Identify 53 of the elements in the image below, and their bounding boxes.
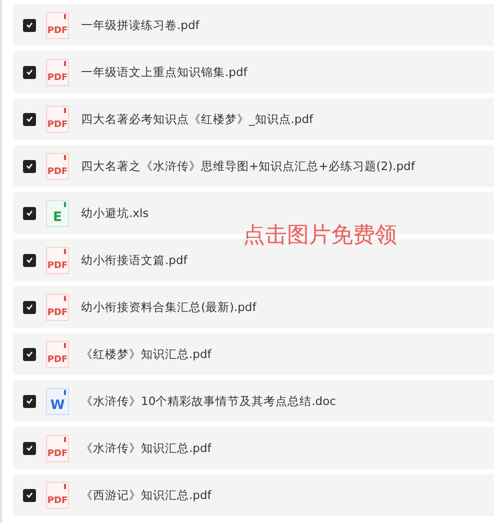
checkmark-icon: [26, 210, 33, 216]
checkbox[interactable]: [23, 112, 36, 126]
checkbox[interactable]: [23, 254, 36, 266]
checkbox[interactable]: [23, 18, 36, 32]
spreadsheet-file-icon: E: [46, 200, 69, 226]
file-row[interactable]: PDF 四大名著必考知识点《红楼梦》_知识点.pdf: [13, 98, 494, 140]
file-name: 幼小衔接资料合集汇总(最新).pdf: [81, 300, 256, 314]
pdf-file-icon: PDF: [46, 246, 69, 274]
file-name: 幼小避坑.xls: [81, 206, 149, 220]
checkmark-icon: [26, 257, 33, 263]
file-name: 《水浒传》10个精彩故事情节及其考点总结.doc: [81, 394, 336, 408]
checkmark-icon: [26, 304, 33, 310]
checkmark-icon: [26, 69, 33, 75]
checkmark-icon: [26, 492, 33, 498]
checkmark-icon: [26, 163, 33, 169]
file-name: 《水浒传》知识汇总.pdf: [81, 440, 212, 456]
file-row[interactable]: PDF 幼小衔接资料合集汇总(最新).pdf: [13, 286, 494, 328]
file-row[interactable]: PDF 《红楼梦》知识汇总.pdf: [13, 333, 494, 375]
pdf-file-icon: PDF: [46, 152, 69, 180]
pdf-file-icon: PDF: [46, 58, 69, 86]
checkmark-icon: [26, 445, 33, 451]
file-row[interactable]: PDF 四大名著之《水浒传》思维导图+知识点汇总+必练习题(2).pdf: [13, 145, 494, 187]
file-name: 一年级语文上重点知识锦集.pdf: [81, 64, 248, 80]
pdf-file-icon: PDF: [46, 340, 69, 368]
pdf-file-icon: PDF: [46, 294, 69, 320]
file-row[interactable]: W 《水浒传》10个精彩故事情节及其考点总结.doc: [13, 380, 494, 422]
checkbox[interactable]: [23, 394, 36, 408]
checkbox[interactable]: [23, 206, 36, 220]
checkbox[interactable]: [23, 442, 36, 454]
pdf-file-icon: PDF: [46, 106, 69, 132]
pdf-file-icon: PDF: [46, 482, 69, 508]
pdf-file-icon: PDF: [46, 12, 69, 38]
checkbox[interactable]: [23, 160, 36, 172]
checkbox[interactable]: [23, 348, 36, 360]
file-row[interactable]: PDF 一年级拼读练习卷.pdf: [13, 4, 494, 46]
document-file-icon: W: [46, 388, 69, 414]
checkmark-icon: [26, 398, 33, 404]
checkbox[interactable]: [23, 488, 36, 502]
pdf-file-icon: PDF: [46, 434, 69, 462]
checkbox[interactable]: [23, 66, 36, 78]
file-name: 《西游记》知识汇总.pdf: [81, 488, 212, 502]
checkmark-icon: [26, 22, 33, 28]
file-name: 《红楼梦》知识汇总.pdf: [81, 346, 212, 362]
checkbox[interactable]: [23, 300, 36, 314]
file-name: 四大名著必考知识点《红楼梦》_知识点.pdf: [81, 112, 314, 126]
file-row[interactable]: PDF 一年级语文上重点知识锦集.pdf: [13, 51, 494, 93]
file-row[interactable]: PDF 《西游记》知识汇总.pdf: [13, 474, 494, 516]
file-name: 幼小衔接语文篇.pdf: [81, 252, 188, 268]
file-row[interactable]: PDF 《水浒传》知识汇总.pdf: [13, 427, 494, 469]
file-name: 一年级拼读练习卷.pdf: [81, 18, 200, 32]
checkmark-icon: [26, 116, 33, 122]
checkmark-icon: [26, 351, 33, 357]
file-name: 四大名著之《水浒传》思维导图+知识点汇总+必练习题(2).pdf: [81, 158, 415, 174]
